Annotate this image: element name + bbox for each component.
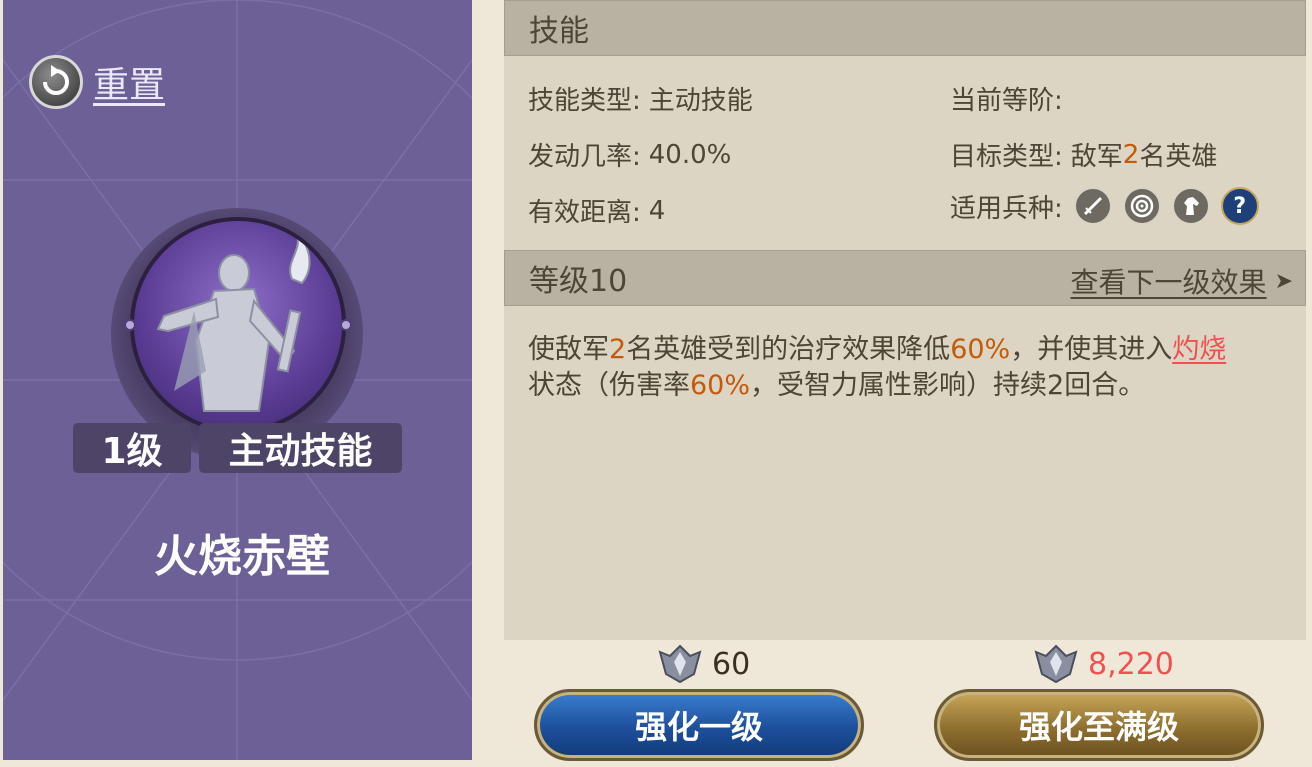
range-value: 4	[648, 195, 666, 226]
desc-text: 名英雄受到的治疗效果降低	[626, 334, 951, 365]
target-type-prefix: 敌军	[1070, 142, 1123, 172]
upgrade-max-cost: 8,220	[1034, 644, 1174, 684]
next-level-label: 查看下一级效果	[1070, 266, 1267, 299]
skill-point-icon	[658, 644, 702, 684]
skill-section-header: 技能	[504, 0, 1306, 56]
desc-text: 使敌军	[528, 334, 609, 365]
skill-section-title: 技能	[529, 14, 589, 49]
current-rank-label: 当前等阶:	[950, 86, 1063, 116]
trigger-rate-value: 40.0%	[648, 139, 732, 170]
target-icon[interactable]	[1122, 187, 1161, 225]
range-label: 有效距离:	[528, 198, 641, 228]
desc-highlight: 60%	[950, 334, 1011, 365]
level-section-header: 等级10 查看下一级效果 ➤	[504, 250, 1306, 306]
desc-text: 状态（伤害率	[528, 370, 690, 401]
upgrade-max-cost-value: 8,220	[1088, 646, 1174, 682]
desc-text: ，并使其进入	[1010, 334, 1173, 365]
target-count: 2	[1122, 139, 1140, 170]
target-type-row: 目标类型: 敌军 2 名英雄	[950, 136, 1217, 173]
sword-icon[interactable]	[1073, 187, 1112, 225]
target-type-label: 目标类型:	[950, 142, 1063, 172]
upgrade-to-max-button[interactable]: 强化至满级	[934, 689, 1264, 761]
trigger-rate-row: 发动几率: 40.0%	[528, 136, 731, 173]
frame-stud-left	[124, 319, 136, 331]
effect-description: 使敌军2名英雄受到的治疗效果降低60%，并使其进入灼烧 状态（伤害率60%，受智力…	[528, 332, 1288, 404]
upgrade-one-level-button[interactable]: 强化一级	[534, 689, 864, 761]
question-icon[interactable]: ?	[1220, 187, 1259, 225]
skill-type-value: 主动技能	[648, 86, 753, 116]
effect-description-area: 使敌军2名英雄受到的治疗效果降低60%，并使其进入灼烧 状态（伤害率60%，受智力…	[504, 306, 1306, 640]
desc-highlight: 60%	[690, 370, 751, 401]
reset-label: 重置	[93, 65, 166, 106]
frame-stud-right	[340, 319, 352, 331]
next-level-link[interactable]: 查看下一级效果 ➤	[1071, 261, 1293, 301]
burn-status-link[interactable]: 灼烧	[1172, 334, 1226, 365]
skill-type-row: 技能类型: 主动技能	[528, 80, 753, 117]
horse-icon[interactable]	[1171, 187, 1210, 225]
range-row: 有效距离: 4	[528, 192, 665, 229]
desc-text: ，受智力属性影响）持续2回合。	[750, 370, 1146, 401]
skill-type-label: 技能类型:	[528, 86, 641, 116]
reset-button[interactable]: 重置	[29, 54, 165, 110]
troop-type-label: 适用兵种:	[950, 193, 1063, 224]
trigger-rate-label: 发动几率:	[528, 142, 641, 172]
target-type-suffix: 名英雄	[1139, 142, 1218, 172]
skill-portrait	[130, 217, 346, 433]
skill-point-icon	[1034, 644, 1078, 684]
skill-type-tag: 主动技能	[199, 423, 402, 473]
skill-info-area: 技能类型: 主动技能 当前等阶: 发动几率: 40.0% 目标类型: 敌军 2 …	[504, 56, 1306, 250]
level-tag: 1级	[73, 423, 191, 473]
upgrade-one-cost: 60	[658, 644, 750, 684]
arrow-right-icon: ➤	[1274, 268, 1293, 294]
desc-highlight: 2	[609, 334, 627, 365]
upgrade-one-cost-value: 60	[712, 646, 751, 682]
reset-icon	[29, 55, 83, 109]
level-title: 等级10	[529, 264, 628, 299]
troop-type-row: 适用兵种: ?	[950, 187, 1259, 225]
current-rank-row: 当前等阶:	[950, 80, 1071, 117]
skill-name: 火烧赤壁	[154, 531, 330, 582]
